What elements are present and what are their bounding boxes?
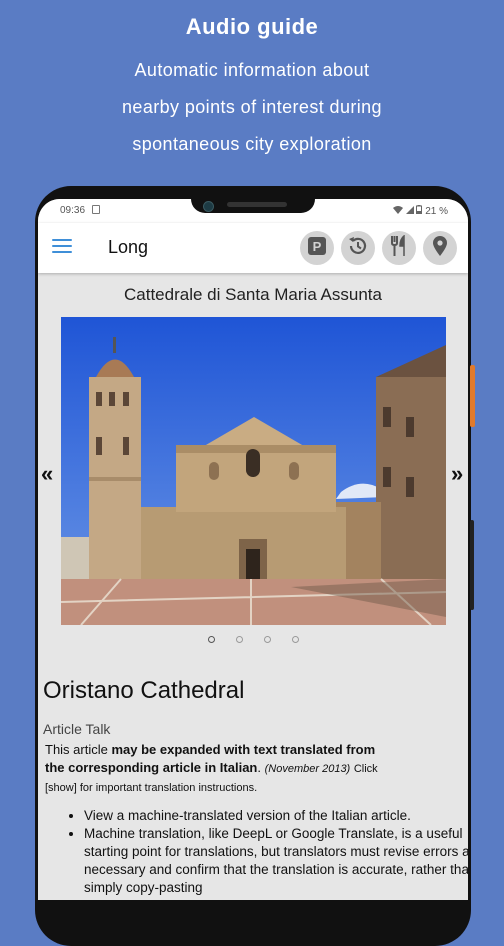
status-time: 09:36 xyxy=(60,205,86,216)
location-button[interactable] xyxy=(423,231,457,265)
carousel-dot[interactable] xyxy=(236,636,243,643)
location-pin-icon xyxy=(431,235,449,262)
history-icon xyxy=(347,235,369,262)
restaurant-button[interactable] xyxy=(382,231,416,265)
promo-subtitle-line-1: Automatic information about xyxy=(134,60,370,80)
app-bar-title: Long xyxy=(108,237,149,257)
phone-side-button-lower xyxy=(470,520,474,610)
app-bar: Long P xyxy=(38,223,468,273)
svg-text:P: P xyxy=(313,239,322,254)
promo-title: Audio guide xyxy=(185,14,319,39)
notice-bullet-list: View a machine-translated version of the… xyxy=(66,807,468,897)
notice-bold-text: may be expanded with text translated fro… xyxy=(111,742,376,757)
carousel-dot[interactable] xyxy=(264,636,271,643)
notice-date: (November 2013) xyxy=(264,763,351,775)
signal-icon xyxy=(405,206,417,217)
battery-icon xyxy=(416,205,425,217)
article-tabs[interactable]: Article Talk xyxy=(43,721,110,737)
parking-icon: P xyxy=(307,236,327,261)
menu-icon[interactable] xyxy=(52,239,72,255)
phone-screen: 09:36 21 % Long P Cattedrale di Santa Ma… xyxy=(38,199,468,900)
history-button[interactable] xyxy=(341,231,375,265)
battery-level: 21 % xyxy=(425,206,448,217)
notice-instructions[interactable]: [show] for important translation instruc… xyxy=(45,782,257,794)
carousel-indicator xyxy=(38,636,468,646)
notice-period: . xyxy=(257,760,261,775)
notice-click: Click xyxy=(353,763,378,775)
notification-icon xyxy=(92,205,100,214)
camera-icon xyxy=(203,201,214,212)
carousel-dot[interactable] xyxy=(208,636,215,643)
translation-notice: This article may be expanded with text t… xyxy=(45,741,415,797)
list-item[interactable]: View a machine-translated version of the… xyxy=(84,807,468,825)
speaker-grille xyxy=(227,202,287,207)
cathedral-photo[interactable] xyxy=(61,317,446,625)
promo-subtitle-line-3: spontaneous city exploration xyxy=(132,134,372,154)
previous-photo-button[interactable]: « xyxy=(41,461,53,487)
phone-side-button xyxy=(470,365,475,427)
restaurant-icon xyxy=(389,233,409,262)
carousel-dot[interactable] xyxy=(292,636,299,643)
notice-bold-link[interactable]: the corresponding article in Italian xyxy=(45,760,257,775)
status-right: 21 % xyxy=(392,205,448,217)
wifi-icon xyxy=(392,206,406,217)
list-item: Machine translation, like DeepL or Googl… xyxy=(84,825,468,897)
parking-button[interactable]: P xyxy=(300,231,334,265)
next-photo-button[interactable]: » xyxy=(451,461,463,487)
camera-notch xyxy=(191,199,315,213)
place-name: Cattedrale di Santa Maria Assunta xyxy=(124,285,382,304)
article-heading: Oristano Cathedral xyxy=(43,677,245,704)
promo-subtitle-line-2: nearby points of interest during xyxy=(122,97,382,117)
notice-text: This article xyxy=(45,742,112,757)
